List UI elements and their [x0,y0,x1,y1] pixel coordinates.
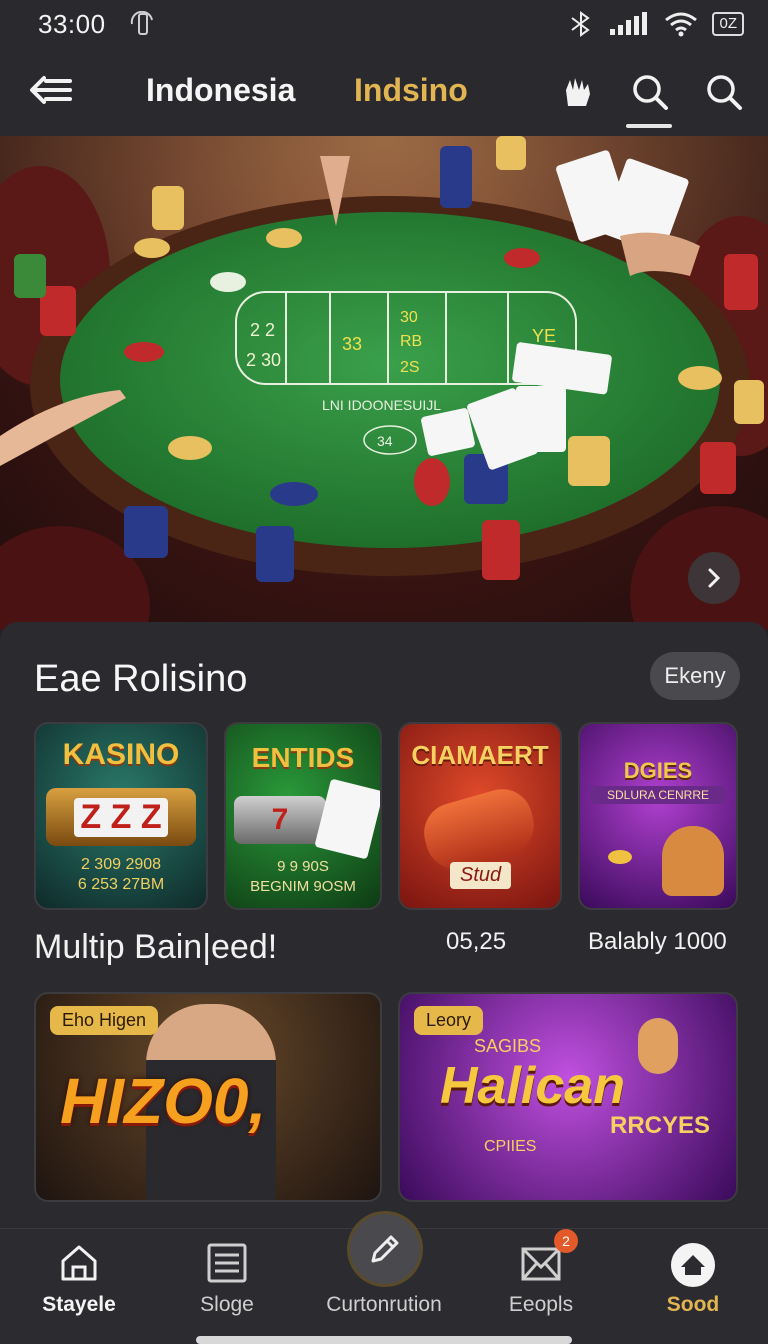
section-filter-pill[interactable]: Ekeny [650,652,740,700]
game-tile-title: CIAMAERT [411,740,549,770]
rotate-icon [130,11,153,35]
slot-reel-symbols: Z Z Z [74,797,168,837]
bluetooth-icon [571,11,591,37]
app-screen: 33:00 0Z Indonesia Indsino 2 2 2 30 33 3… [0,0,768,1344]
nav-label: Stayele [42,1293,116,1316]
header-brand[interactable]: Indsino [354,72,468,109]
table-print: LNI IDOONESUIJL [322,397,441,413]
slot-reels: Z Z Z [46,788,196,846]
compose-fab[interactable] [350,1214,420,1284]
table-cell-1: 2 30 [246,350,281,370]
nav-item-eeopls[interactable]: 2 Eeopls [466,1229,616,1344]
tile-line-2: BEGNIM 9OSM [250,878,356,895]
meta-label-right: Balably 1000 [588,928,727,955]
promo-sub-bottom: CPIIES [484,1138,537,1155]
promo-title: HIZO0, [60,1065,267,1137]
star-home-icon [671,1243,715,1287]
promo-tag: Eho Higen [50,1006,159,1035]
slot-reel-symbols: 7 [271,803,289,836]
card-fan [314,778,380,860]
nav-label: Sood [666,1293,720,1316]
hero-banner-casino-table[interactable]: 2 2 2 30 33 30 RB 2S YE LNI IDOONESUIJL … [0,136,768,630]
meta-label-middle: 05,25 [446,928,507,955]
header-title[interactable]: Indonesia [146,72,295,109]
nav-item-stayele[interactable]: Stayele [4,1229,154,1344]
table-cell-0: 2 2 [250,320,275,340]
nav-item-sloge[interactable]: Sloge [152,1229,302,1344]
list-icon [207,1243,247,1283]
nav-label: Curtonrution [326,1293,442,1316]
active-tab-indicator [626,124,672,128]
signal-icon [610,12,648,35]
promo-tag: Leory [414,1006,484,1035]
tile-line-2: 6 253 27BM [77,876,165,893]
coin-graphic [608,850,632,864]
search-icon-secondary[interactable] [704,72,744,112]
tile-line-1: 2 309 2908 [80,856,162,873]
nav-item-sood[interactable]: Sood [618,1229,768,1344]
table-number: 34 [377,433,393,449]
game-tile-title: DGIES [623,758,693,783]
pencil-icon [371,1235,399,1263]
home-icon [61,1245,97,1281]
casino-table-illustration: 2 2 2 30 33 30 RB 2S YE LNI IDOONESUIJL … [0,136,768,630]
search-icon[interactable] [630,72,670,112]
nav-label: Sloge [200,1293,254,1316]
back-arrow-icon[interactable] [28,74,72,106]
battery-indicator: 0Z [712,12,744,36]
table-cell-2: 33 [342,334,362,354]
table-cell-5: 2S [400,359,420,376]
dog-illustration [638,1018,678,1074]
promo-sub-top: SAGIBS [474,1036,542,1056]
game-tile-title: ENTIDS [251,742,355,773]
game-tile-kasino[interactable]: KASINO Z Z Z 2 309 2908 6 253 27BM [34,722,208,910]
promo-title: Halican [440,1057,625,1115]
hero-next-button[interactable] [688,552,740,604]
wifi-icon [665,12,698,37]
game-tile-entids[interactable]: ENTIDS 7 9 9 90S BEGNIM 9OSM [224,722,382,910]
games-panel: Eae Rolisino Ekeny KASINO Z Z Z 2 309 29… [0,622,768,1232]
section-title: Eae Rolisino [34,658,248,700]
game-tile-ciamaert[interactable]: CIAMAERT Stud [398,722,562,910]
home-indicator[interactable] [196,1336,572,1344]
nav-label: Eeopls [508,1293,574,1316]
game-tile-dgies[interactable]: DGIES SDLURA CENRRE [578,722,738,910]
table-cell-4: RB [400,333,422,350]
hand-icon[interactable] [558,72,598,112]
promo-banner-halican[interactable]: Leory SAGIBS Halican RRCYES CPIIES [398,992,738,1202]
tile-line-1: 9 9 90S [277,858,329,875]
meta-label-left: Multip Bain|eed! [34,928,278,966]
chevron-right-icon [708,568,721,588]
promo-sub-right: RRCYES [610,1112,711,1139]
dog-illustration [662,826,724,896]
game-tile-title: KASINO [62,738,180,771]
table-cell-6: YE [532,326,556,346]
table-cell-3: 30 [400,309,418,326]
promo-banner-hizoo[interactable]: Eho Higen HIZO0, [34,992,382,1202]
status-time: 33:00 [38,8,106,39]
app-bar: Indonesia Indsino [0,48,768,136]
tile-sub: Stud [450,862,512,889]
notification-badge: 2 [554,1229,578,1253]
slot-reels: 7 [234,796,326,844]
status-bar: 33:00 0Z [0,0,768,48]
tile-sub: SDLURA CENRRE [590,786,726,804]
